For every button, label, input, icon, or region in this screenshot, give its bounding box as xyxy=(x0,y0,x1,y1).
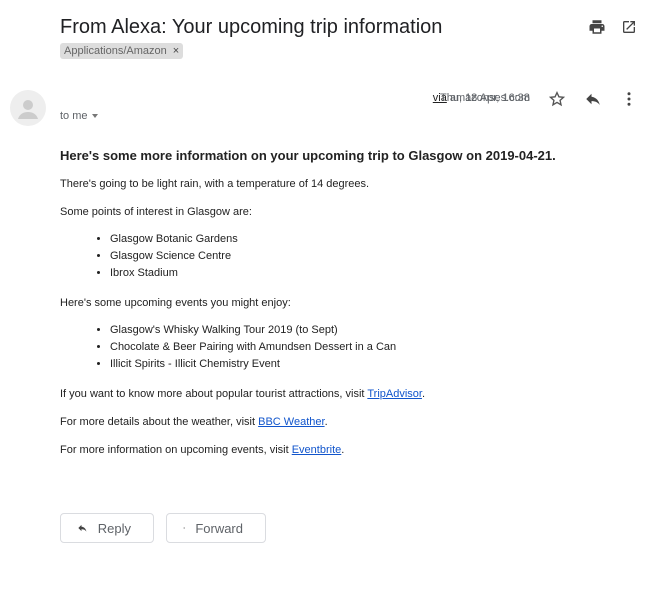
period: . xyxy=(341,444,345,456)
list-item: Glasgow Botanic Gardens xyxy=(110,231,620,248)
attractions-line: If you want to know more about popular t… xyxy=(60,387,620,401)
avatar-icon xyxy=(18,100,38,119)
label-chip[interactable]: Applications/Amazon × xyxy=(60,43,184,59)
poi-list: Glasgow Botanic Gardens Glasgow Science … xyxy=(60,231,620,282)
period: . xyxy=(324,416,328,428)
events-link-line: For more information on upcoming events,… xyxy=(60,443,620,457)
message-date: Thu, 18 Apr, 16:38 xyxy=(440,92,530,104)
list-item: Glasgow's Whisky Walking Tour 2019 (to S… xyxy=(110,322,620,339)
message-actions: Reply Forward xyxy=(60,513,266,543)
reply-button[interactable]: Reply xyxy=(60,513,154,543)
weather-prefix: For more details about the weather, visi… xyxy=(60,416,259,428)
email-subject: From Alexa: Your upcoming trip informati… xyxy=(60,16,443,38)
label-chip-text: Applications/Amazon xyxy=(64,45,167,57)
remove-label-icon[interactable]: × xyxy=(173,44,179,58)
chevron-down-icon[interactable] xyxy=(91,114,98,119)
poi-intro: Some points of interest in Glasgow are: xyxy=(60,206,252,218)
body-heading: Here's some more information on your upc… xyxy=(60,148,556,163)
subject-row: From Alexa: Your upcoming trip informati… xyxy=(60,14,630,59)
forward-button-label: Forward xyxy=(195,520,243,536)
print-icon[interactable] xyxy=(586,16,608,38)
reply-button-label: Reply xyxy=(97,520,131,536)
events-intro: Here's some upcoming events you might en… xyxy=(60,297,291,309)
events-prefix: For more information on upcoming events,… xyxy=(60,444,292,456)
forward-button[interactable]: Forward xyxy=(166,513,266,543)
bbc-weather-link[interactable]: BBC Weather xyxy=(258,416,324,428)
eventbrite-link[interactable]: Eventbrite xyxy=(292,444,342,456)
events-list: Glasgow's Whisky Walking Tour 2019 (to S… xyxy=(60,322,620,373)
list-item: Ibrox Stadium xyxy=(110,265,620,282)
list-item: Illicit Spirits - Illicit Chemistry Even… xyxy=(110,356,620,373)
sender-avatar[interactable] xyxy=(10,90,46,126)
recipient-details[interactable]: to me xyxy=(60,110,98,122)
tripadvisor-link[interactable]: TripAdvisor xyxy=(367,388,422,400)
recipient-text: to me xyxy=(60,110,88,122)
open-in-new-window-icon[interactable] xyxy=(618,16,640,38)
attractions-prefix: If you want to know more about popular t… xyxy=(60,388,368,400)
period: . xyxy=(421,388,426,400)
email-body: Here's some more information on your upc… xyxy=(60,148,620,471)
list-item: Glasgow Science Centre xyxy=(110,248,620,265)
reply-icon xyxy=(78,524,87,532)
weather-link-line: For more details about the weather, visi… xyxy=(60,415,620,429)
list-item: Chocolate & Beer Pairing with Amundsen D… xyxy=(110,339,620,356)
forward-icon xyxy=(183,527,185,529)
reply-icon[interactable] xyxy=(583,89,603,109)
star-icon[interactable] xyxy=(547,89,567,109)
more-vert-icon[interactable] xyxy=(619,89,639,109)
weather-text: There's going to be light rain, with a t… xyxy=(60,178,370,190)
